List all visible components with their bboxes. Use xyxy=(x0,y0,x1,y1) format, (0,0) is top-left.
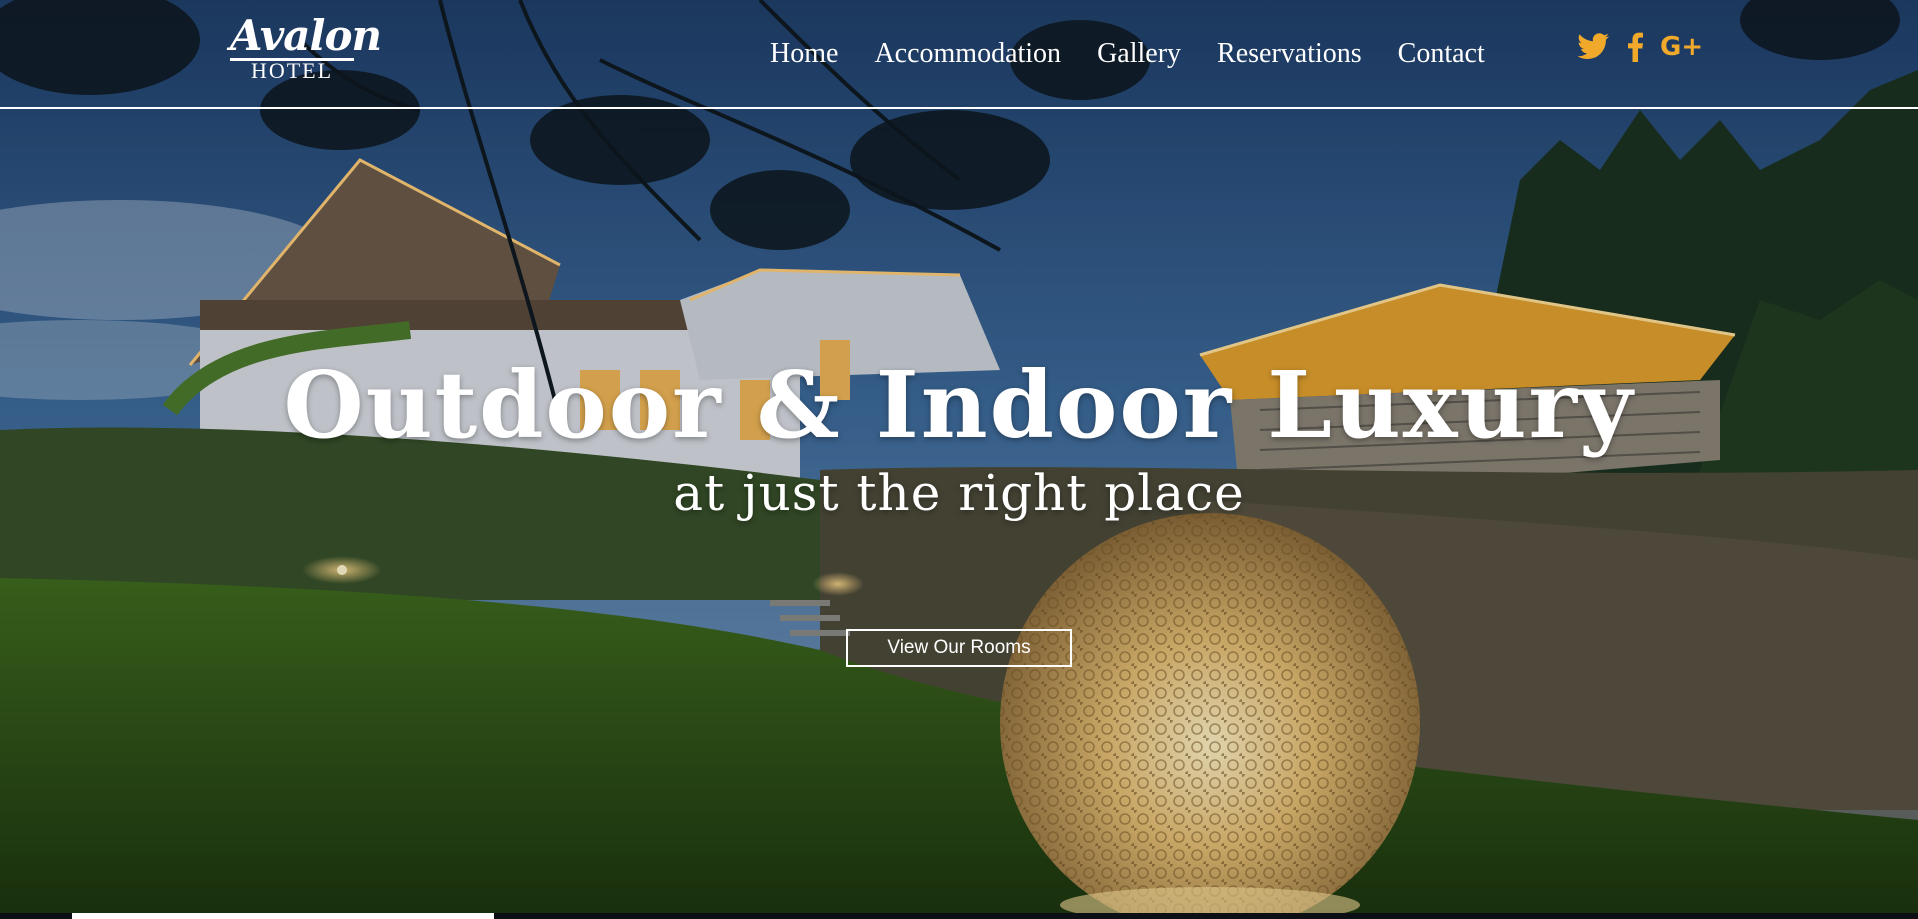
google-plus-icon: G+ xyxy=(1660,32,1704,62)
logo-sub-text: HOTEL xyxy=(250,58,334,83)
nav-reservations[interactable]: Reservations xyxy=(1217,38,1362,70)
facebook-link[interactable] xyxy=(1626,32,1644,62)
nav-gallery[interactable]: Gallery xyxy=(1097,38,1181,70)
brand-logo[interactable]: Avalon HOTEL xyxy=(222,11,382,94)
social-links: G+ xyxy=(1578,32,1719,62)
twitter-link[interactable] xyxy=(1578,33,1610,61)
header-divider xyxy=(0,107,1918,109)
slider-progress-fill xyxy=(72,913,494,919)
nav-accommodation[interactable]: Accommodation xyxy=(874,38,1061,70)
hero-section: Avalon HOTEL Home Accommodation Gallery … xyxy=(0,0,1918,919)
main-nav: Home Accommodation Gallery Reservations … xyxy=(770,34,1521,74)
site-header: Avalon HOTEL Home Accommodation Gallery … xyxy=(0,0,1918,109)
view-our-rooms-button[interactable]: View Our Rooms xyxy=(846,629,1072,667)
nav-contact[interactable]: Contact xyxy=(1398,38,1485,70)
facebook-icon xyxy=(1628,32,1643,62)
nav-home[interactable]: Home xyxy=(770,38,838,70)
google-plus-link[interactable]: G+ xyxy=(1660,32,1703,62)
logo-script-text: Avalon xyxy=(230,11,382,61)
hero-subheadline: at just the right place xyxy=(673,464,1245,522)
twitter-icon xyxy=(1578,33,1609,59)
hero-headline: Outdoor & Indoor Luxury xyxy=(283,351,1635,459)
slider-progress-track xyxy=(0,913,1918,919)
